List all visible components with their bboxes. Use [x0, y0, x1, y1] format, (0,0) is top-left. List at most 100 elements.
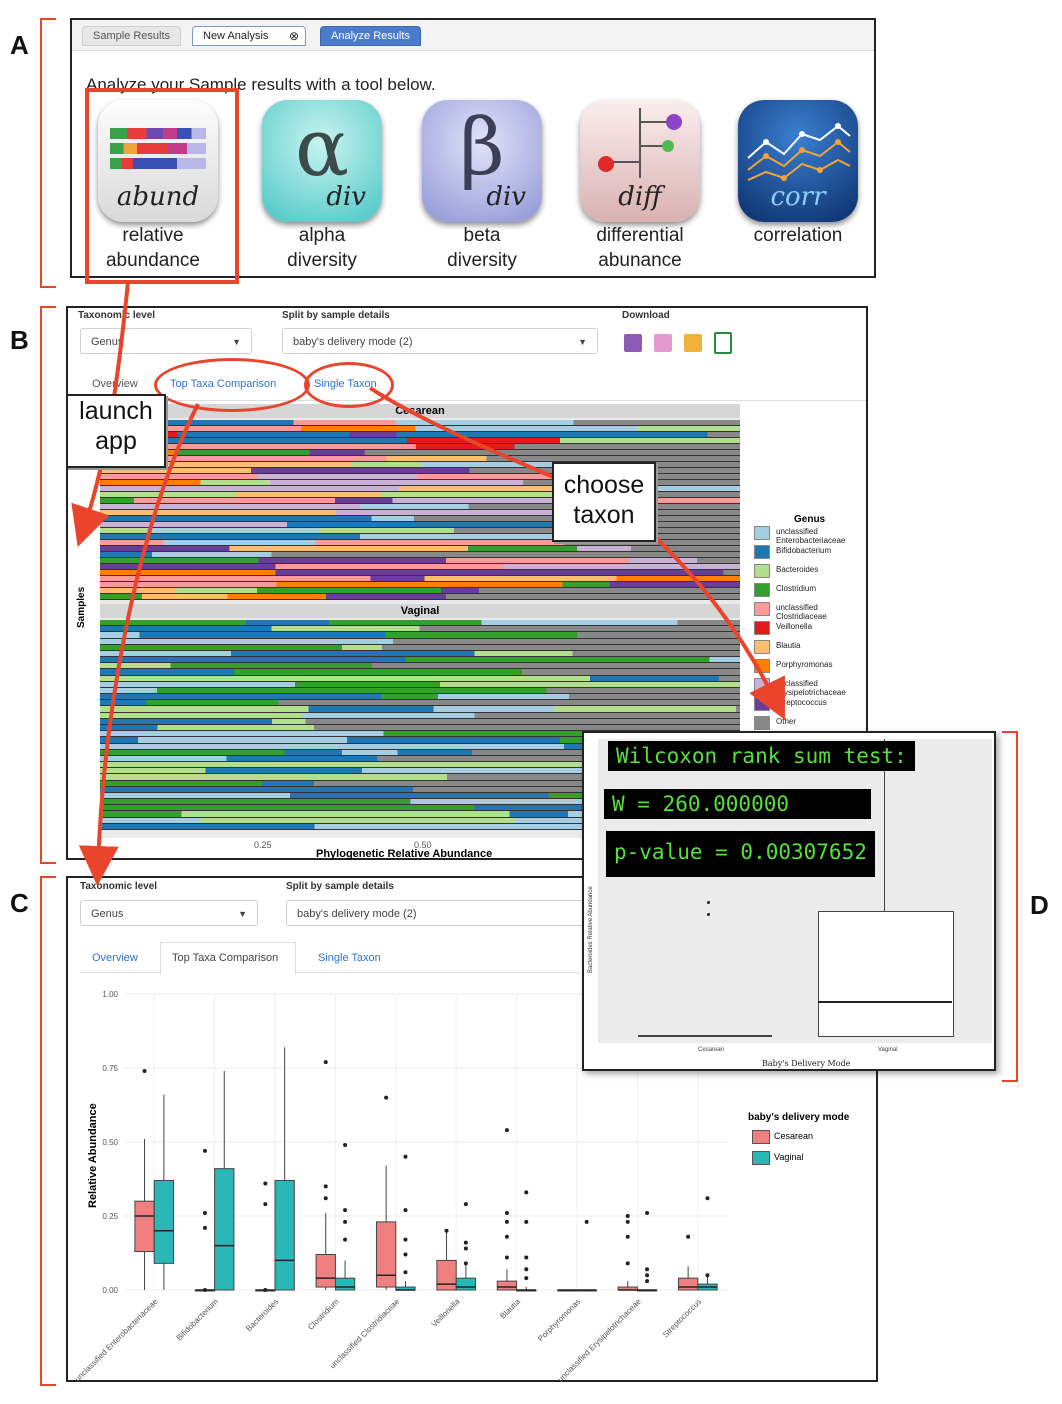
taxonomic-level-value: Genus [91, 908, 124, 920]
close-icon[interactable]: ⊗ [289, 27, 299, 45]
panel-letter-d: D [1030, 890, 1049, 920]
outlier-point [504, 1128, 509, 1133]
legend-swatch [754, 678, 770, 692]
tool-label-alpha-diversity[interactable]: alpha diversity [237, 223, 407, 273]
y-axis-label: Bacteroides Relative Abundance [588, 886, 594, 973]
chevron-down-icon: ▼ [578, 337, 587, 347]
bracket-c [40, 876, 56, 1386]
legend-label: Bacteroides [776, 565, 819, 574]
highlight-ellipse-single-taxon [304, 362, 394, 408]
outlier-point [524, 1255, 529, 1260]
legend-title: baby's delivery mode [748, 1112, 850, 1123]
tool-label-correlation[interactable]: correlation [713, 223, 883, 248]
outlier-point [384, 1095, 389, 1100]
outlier-point [263, 1288, 268, 1292]
outlier-point [202, 1288, 207, 1292]
tab-analyze-results[interactable]: Analyze Results [320, 26, 421, 46]
legend-swatch [754, 621, 770, 635]
download-csv-icon[interactable] [714, 332, 732, 354]
legend-label: Veillonella [776, 622, 813, 631]
tool-label-line2: abunance [598, 250, 682, 271]
beta-script: div [486, 182, 526, 212]
legend-label: unclassified Enterobacteriaceae [776, 527, 846, 545]
y-tick-label: 0.25 [102, 1212, 118, 1221]
legend-swatch [754, 545, 770, 559]
tab-divider [80, 972, 580, 973]
tab-overview[interactable]: Overview [92, 952, 138, 964]
split-select[interactable]: baby's delivery mode (2) [286, 900, 586, 926]
outlier-point [463, 1246, 468, 1251]
legend-label: Streptococcus [776, 698, 827, 707]
callout-line: app [95, 427, 137, 455]
split-value: baby's delivery mode (2) [297, 908, 417, 920]
tool-label-line2: diversity [447, 250, 517, 271]
outlier-point [504, 1255, 509, 1260]
chevron-down-icon: ▼ [238, 909, 247, 919]
tool-label-beta-diversity[interactable]: beta diversity [397, 223, 567, 273]
outlier-point [323, 1184, 328, 1189]
outlier-point [625, 1261, 630, 1266]
alpha-div-icon[interactable]: α div [262, 100, 382, 222]
legend-swatch [754, 697, 770, 711]
tab-single-taxon[interactable]: Single Taxon [318, 952, 381, 964]
outlier-point [463, 1261, 468, 1266]
split-value: baby's delivery mode (2) [293, 336, 413, 348]
tab-new-analysis[interactable]: New Analysis ⊗ [192, 26, 306, 46]
bracket-b [40, 306, 56, 864]
facet-label-vaginal: Vaginal [100, 604, 740, 618]
outlier-point [323, 1060, 328, 1065]
outlier-point [202, 1148, 207, 1153]
outlier-point [584, 1219, 589, 1224]
legend-swatch-vaginal [752, 1151, 770, 1165]
y-tick-label: 0.50 [102, 1138, 118, 1147]
outlier-point [403, 1270, 408, 1275]
y-axis-label: Samples [76, 586, 87, 628]
panel-letter-c: C [10, 888, 29, 918]
callout-choose-taxon: choose taxon [552, 462, 656, 542]
beta-div-icon[interactable]: β div [422, 100, 542, 222]
box [153, 1179, 175, 1264]
outlier-point [403, 1252, 408, 1257]
legend-swatch [754, 716, 770, 730]
panel-letter-a: A [10, 30, 29, 60]
split-select[interactable]: baby's delivery mode (2) ▼ [282, 328, 598, 354]
legend-swatch [754, 640, 770, 654]
wilcoxon-test-line: Wilcoxon rank sum test: [608, 741, 915, 771]
outlier-point [403, 1154, 408, 1159]
download-label: Download [622, 310, 670, 321]
legend-label-vaginal: Vaginal [774, 1152, 804, 1162]
diff-icon[interactable]: diff [580, 100, 700, 222]
x-axis-label: Phylogenetic Relative Abundance [316, 848, 493, 860]
legend-swatch [754, 564, 770, 578]
box [315, 1253, 336, 1288]
tool-label-line1: differential [596, 225, 684, 246]
outlier-point [323, 1196, 328, 1201]
box [677, 1277, 699, 1291]
legend-label-cesarean: Cesarean [774, 1131, 814, 1141]
tab-sample-results[interactable]: Sample Results [82, 26, 182, 46]
callout-launch-app: launch app [66, 394, 166, 468]
outlier-point [403, 1237, 408, 1242]
tab-overview[interactable]: Overview [92, 378, 138, 390]
highlight-box [85, 88, 239, 284]
tab-new-analysis-label: New Analysis [203, 30, 269, 42]
download-svg-icon[interactable] [654, 334, 672, 352]
x-axis-label: Baby's Delivery Mode [762, 1059, 851, 1068]
taxonomic-level-select[interactable]: Genus ▼ [80, 900, 258, 926]
highlight-ellipse-top-taxa [154, 358, 310, 412]
split-label: Split by sample details [282, 310, 390, 321]
tool-label-differential-abundance[interactable]: differential abunance [555, 223, 725, 273]
corr-icon[interactable]: corr [738, 100, 858, 222]
x-tick-label: Blautia [498, 1297, 522, 1321]
download-pdf-icon[interactable] [624, 334, 642, 352]
y-tick-label: 0.75 [102, 1064, 118, 1073]
outlier-point [343, 1208, 348, 1213]
tab-top-taxa-comparison[interactable]: Top Taxa Comparison [172, 952, 278, 964]
outlier-point [504, 1219, 509, 1224]
legend-label: unclassified Clostridiaceae [776, 603, 827, 621]
callout-line: taxon [573, 501, 635, 529]
tool-label-line2: diversity [287, 250, 357, 271]
download-png-icon[interactable] [684, 334, 702, 352]
vaginal-median [818, 1001, 952, 1003]
taxonomic-level-select[interactable]: Genus ▼ [80, 328, 252, 354]
